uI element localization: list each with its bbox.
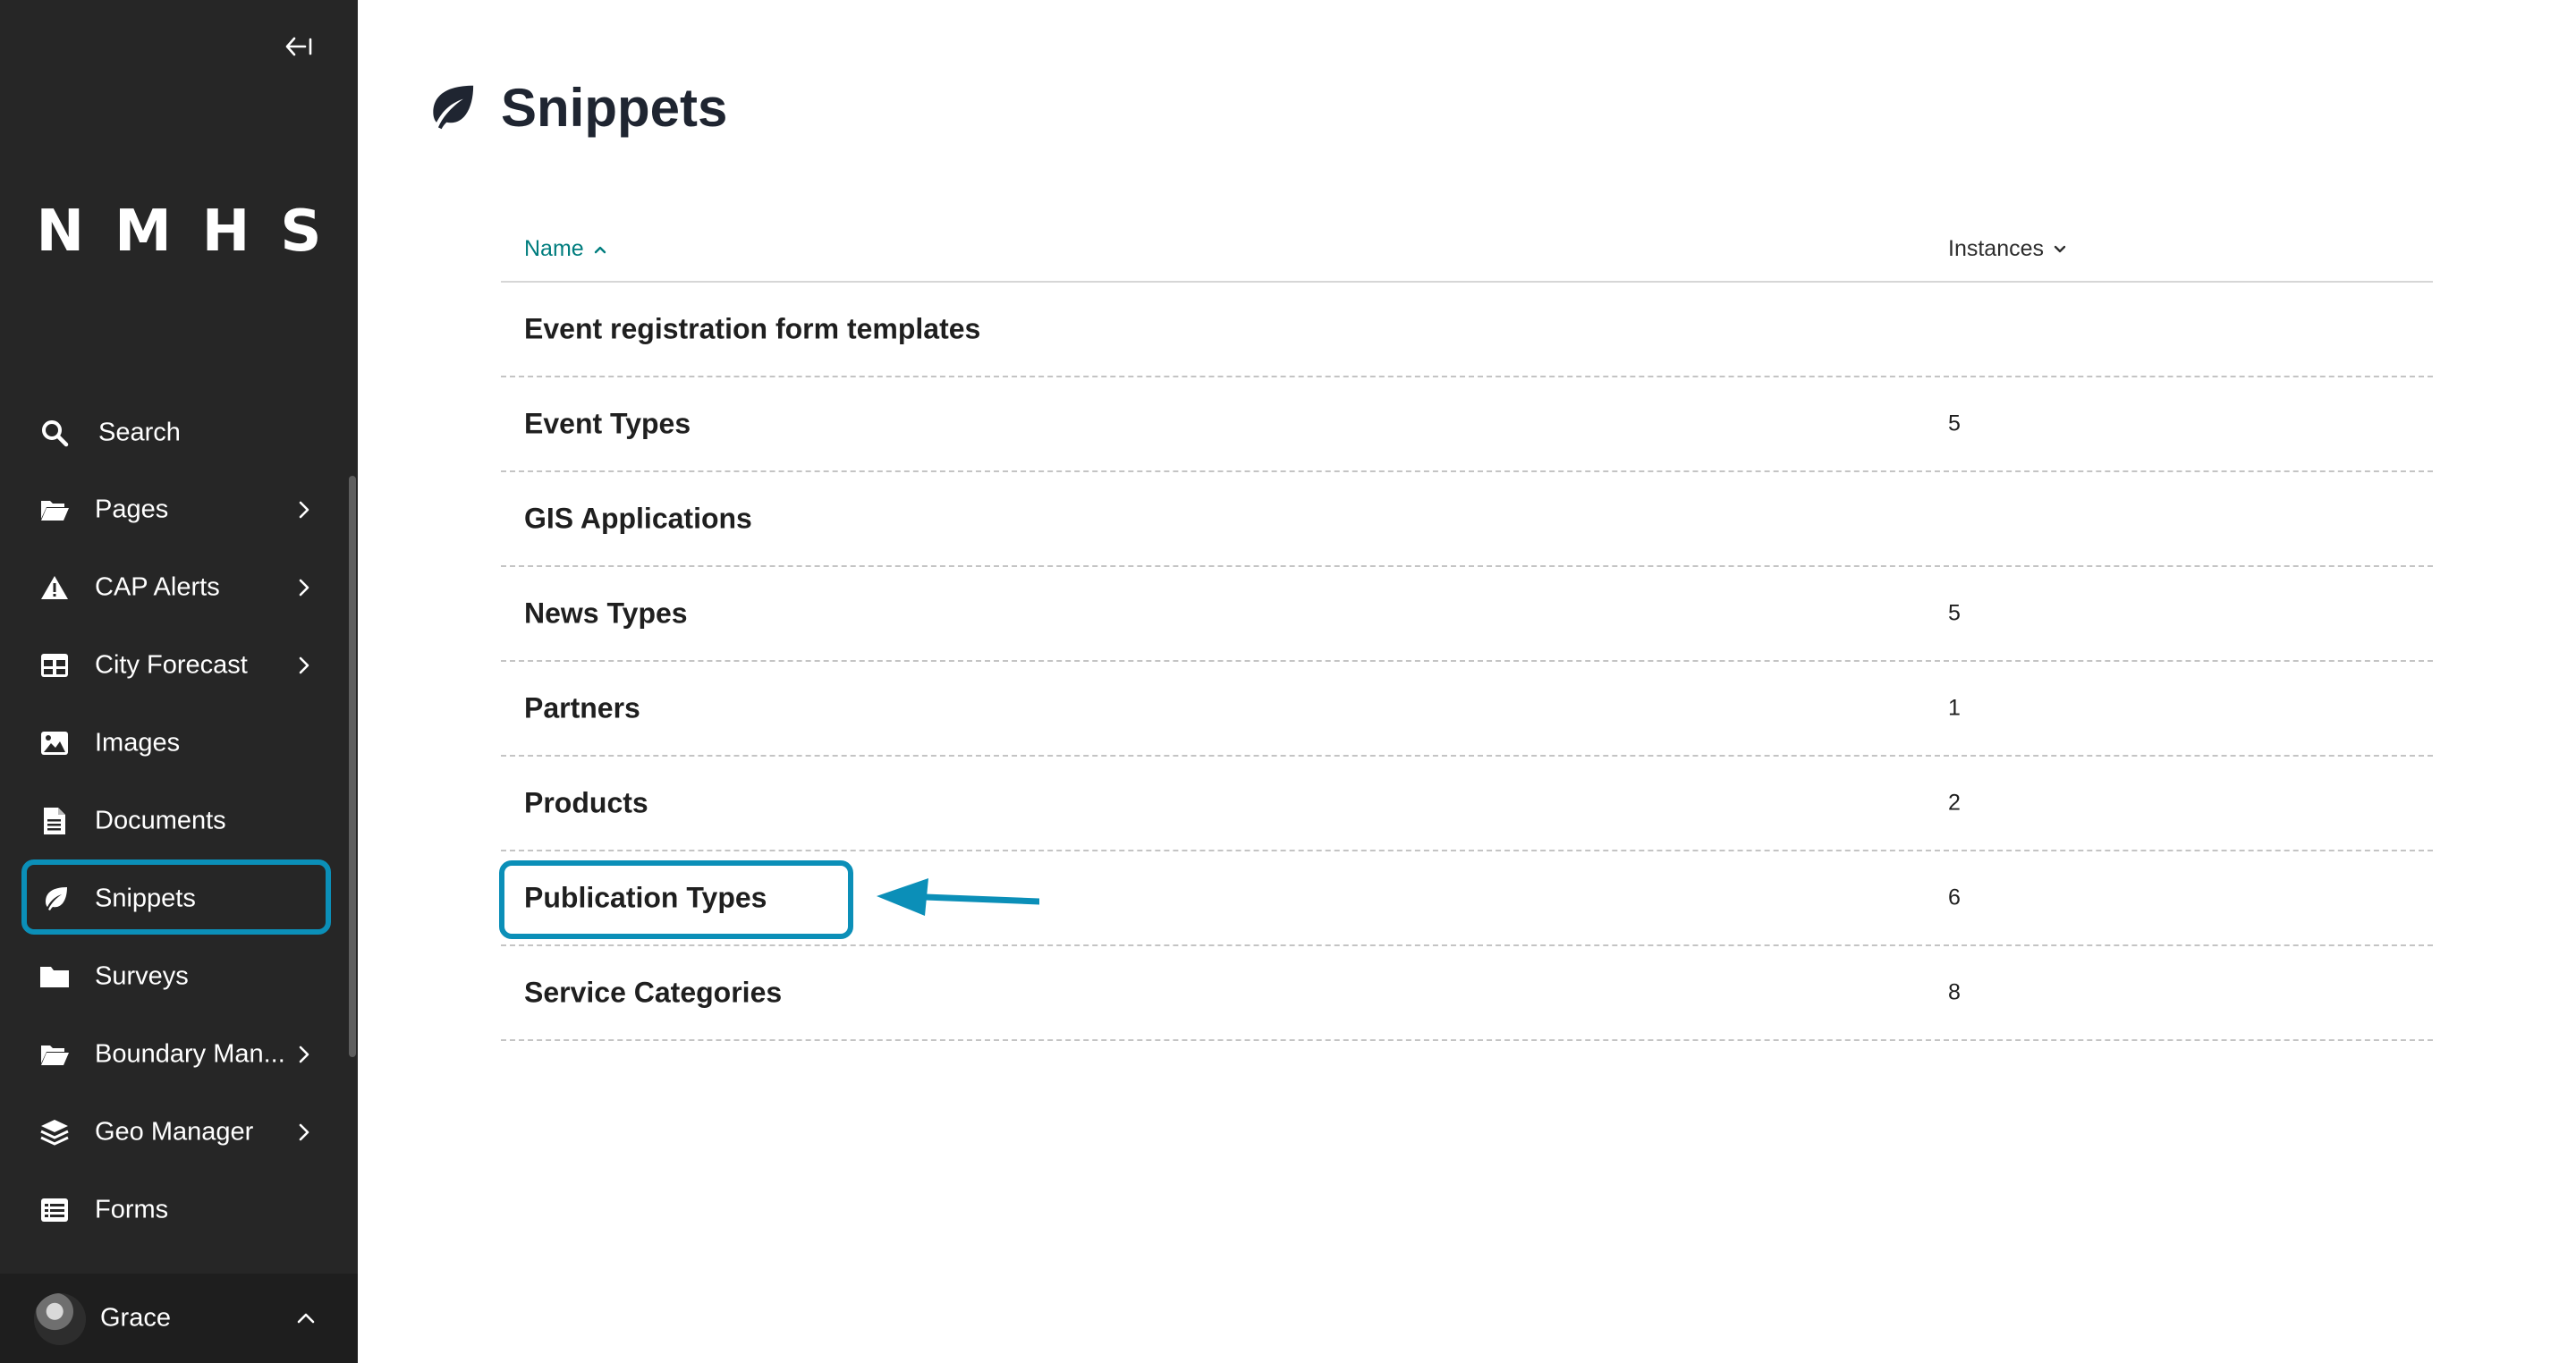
folder-open-icon	[39, 495, 70, 525]
sidebar-item-pages[interactable]: Pages	[0, 474, 358, 546]
sidebar-scrollbar[interactable]	[349, 476, 356, 1057]
chevron-right-icon	[292, 653, 317, 678]
column-header-name: Name	[524, 236, 584, 261]
snippet-link[interactable]: Products	[524, 787, 648, 820]
sidebar-item-snippets[interactable]: Snippets	[0, 859, 358, 935]
snippet-link[interactable]: News Types	[524, 597, 688, 631]
chevron-down-icon	[2054, 245, 2066, 252]
chevron-right-icon	[292, 575, 317, 600]
instance-count: 8	[1948, 979, 1961, 1005]
snippet-link[interactable]: Event Types	[524, 408, 691, 441]
leaf-icon	[39, 884, 70, 914]
folder-icon	[39, 961, 70, 992]
sort-by-name-button[interactable]: Name	[524, 236, 607, 262]
sidebar-item-search[interactable]: Search	[0, 397, 358, 469]
list-icon	[39, 1195, 70, 1225]
table-row: Service Categories 8	[501, 946, 2433, 1041]
sidebar-item-label: City Forecast	[95, 650, 248, 680]
sidebar-item-label: Boundary Man...	[95, 1039, 285, 1069]
page-header: Snippets	[422, 72, 727, 143]
avatar	[34, 1293, 86, 1345]
collapse-sidebar-button[interactable]	[279, 29, 318, 64]
snippet-link[interactable]: Partners	[524, 692, 640, 725]
sidebar-item-surveys[interactable]: Surveys	[0, 941, 358, 1012]
layers-icon	[39, 1117, 70, 1147]
snippets-table: Name Instances Event registration form t…	[499, 213, 2433, 1041]
table-header: Name Instances	[501, 213, 2433, 283]
chevron-up-icon	[293, 1306, 318, 1331]
image-icon	[39, 728, 70, 758]
table-row: Event registration form templates	[501, 283, 2433, 377]
table-row: GIS Applications	[501, 472, 2433, 567]
sidebar-item-geo-manager[interactable]: Geo Manager	[0, 1096, 358, 1168]
sidebar-item-label: Images	[95, 728, 181, 758]
page-title: Snippets	[501, 77, 728, 138]
table-row: Partners 1	[501, 662, 2433, 757]
column-header-instances: Instances	[1948, 236, 2045, 261]
instance-count: 6	[1948, 885, 1961, 910]
sidebar-item-city-forecast[interactable]: City Forecast	[0, 630, 358, 701]
snippet-link[interactable]: GIS Applications	[524, 503, 752, 536]
search-icon	[39, 418, 70, 448]
sidebar-item-documents[interactable]: Documents	[0, 785, 358, 857]
chevron-right-icon	[292, 1042, 317, 1067]
table-row: Event Types 5	[501, 377, 2433, 472]
account-name: Grace	[100, 1303, 171, 1333]
snippet-link[interactable]: Publication Types	[524, 882, 767, 915]
chevron-right-icon	[292, 1120, 317, 1145]
table-row: Products 2	[501, 757, 2433, 851]
collapse-left-icon	[285, 37, 312, 56]
sidebar-item-label: Search	[98, 418, 181, 447]
sidebar-item-label: Documents	[95, 806, 226, 835]
document-icon	[39, 806, 70, 836]
leaf-icon	[422, 80, 478, 135]
table-row: News Types 5	[501, 567, 2433, 662]
sidebar-item-label: Forms	[95, 1195, 169, 1224]
instance-count: 5	[1948, 600, 1961, 626]
table-icon	[39, 650, 70, 681]
logo[interactable]: NMHS	[0, 199, 358, 265]
sort-by-instances-button[interactable]: Instances	[1948, 236, 2067, 262]
table-row: Publication Types 6	[499, 851, 2433, 946]
warning-icon	[39, 572, 70, 603]
sidebar-item-cap-alerts[interactable]: CAP Alerts	[0, 552, 358, 623]
snippet-link[interactable]: Event registration form templates	[524, 313, 980, 346]
instance-count: 5	[1948, 411, 1961, 436]
sidebar: NMHS Search Pages CAP Alerts City Foreca…	[0, 0, 358, 1363]
sidebar-item-images[interactable]: Images	[0, 707, 358, 779]
chevron-up-icon	[594, 246, 606, 253]
sidebar-item-boundary-manager[interactable]: Boundary Man...	[0, 1019, 358, 1090]
chevron-right-icon	[292, 497, 317, 522]
sidebar-item-label: Snippets	[95, 884, 196, 913]
sidebar-item-forms[interactable]: Forms	[0, 1174, 358, 1246]
annotation-arrow	[877, 878, 1039, 916]
sidebar-item-label: CAP Alerts	[95, 572, 220, 602]
sidebar-item-label: Geo Manager	[95, 1117, 254, 1147]
account-menu[interactable]: Grace	[0, 1274, 358, 1363]
instance-count: 2	[1948, 790, 1961, 816]
sidebar-item-label: Surveys	[95, 961, 189, 991]
sidebar-item-label: Pages	[95, 495, 169, 524]
snippet-link[interactable]: Service Categories	[524, 977, 782, 1010]
folder-open-icon	[39, 1039, 70, 1070]
instance-count: 1	[1948, 695, 1961, 721]
